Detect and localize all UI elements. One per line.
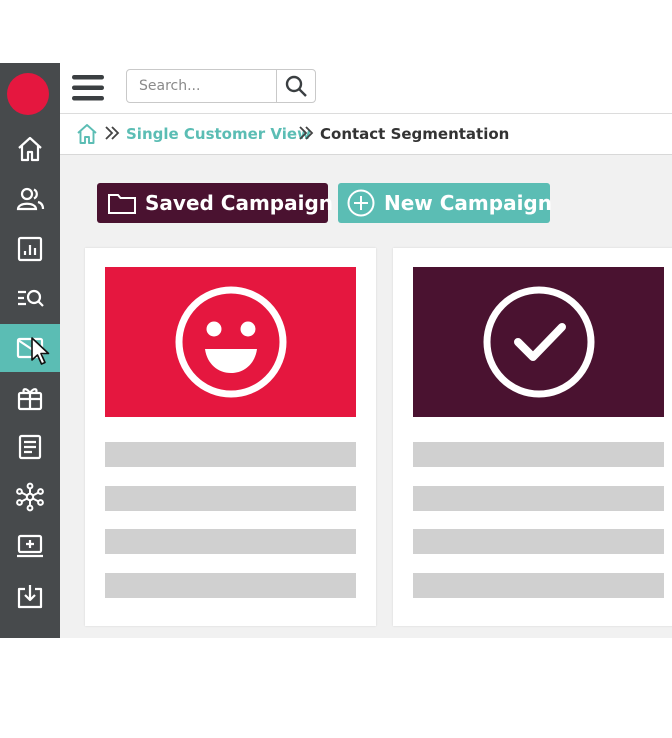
breadcrumb-contact-segmentation: Contact Segmentation <box>320 125 510 143</box>
sidebar-item-import[interactable] <box>0 572 60 620</box>
sidebar-item-home[interactable] <box>0 125 60 173</box>
new-campaign-label: New Campaign <box>384 191 552 215</box>
placeholder-line <box>105 442 356 467</box>
mouse-pointer-icon <box>31 337 50 365</box>
home-icon[interactable] <box>76 123 98 145</box>
card-banner <box>413 267 664 417</box>
home-icon <box>18 136 42 162</box>
search-button[interactable] <box>276 70 315 102</box>
search-icon <box>285 75 307 97</box>
breadcrumb: Single Customer View Contact Segmentatio… <box>60 113 672 155</box>
search-input[interactable] <box>127 70 279 102</box>
document-icon <box>18 434 42 460</box>
bar-chart-icon <box>17 236 43 262</box>
placeholder-line <box>413 442 664 467</box>
gift-icon <box>17 388 43 411</box>
double-chevron-right-icon <box>299 126 314 140</box>
placeholder-line <box>413 486 664 511</box>
brand-logo[interactable] <box>7 73 49 115</box>
sidebar-item-search[interactable] <box>0 275 60 323</box>
search-box <box>126 69 316 103</box>
saved-campaign-label: Saved Campaign <box>145 191 334 215</box>
breadcrumb-single-customer-view[interactable]: Single Customer View <box>126 125 311 143</box>
sidebar-item-campaigns[interactable] <box>0 324 60 372</box>
network-icon <box>16 482 44 512</box>
campaign-card[interactable] <box>393 248 672 626</box>
new-campaign-button[interactable]: New Campaign <box>338 183 552 223</box>
checkmark-circle-icon <box>483 286 594 398</box>
monitor-plus-icon <box>17 534 43 558</box>
hamburger-icon[interactable] <box>72 74 104 102</box>
card-banner <box>105 267 356 417</box>
placeholder-line <box>105 486 356 511</box>
campaign-card[interactable] <box>85 248 376 626</box>
smiley-face-icon <box>175 286 286 398</box>
placeholder-line <box>413 573 664 598</box>
placeholder-line <box>105 529 356 554</box>
sidebar-item-documents[interactable] <box>0 423 60 471</box>
users-icon <box>16 187 45 211</box>
sidebar-item-offers[interactable] <box>0 374 60 422</box>
sidebar-item-screens[interactable] <box>0 522 60 570</box>
plus-circle-icon <box>347 189 375 217</box>
placeholder-line <box>413 529 664 554</box>
sidebar-item-network[interactable] <box>0 473 60 521</box>
sidebar-item-reports[interactable] <box>0 225 60 273</box>
placeholder-line <box>105 573 356 598</box>
download-icon <box>17 585 43 609</box>
saved-campaign-button[interactable]: Saved Campaign <box>97 183 333 223</box>
list-search-icon <box>18 289 44 307</box>
folder-icon <box>108 194 136 214</box>
double-chevron-right-icon <box>105 126 120 140</box>
top-bar <box>60 63 672 113</box>
app-window: Single Customer View Contact Segmentatio… <box>0 63 672 638</box>
sidebar <box>0 63 60 638</box>
sidebar-item-contacts[interactable] <box>0 175 60 223</box>
